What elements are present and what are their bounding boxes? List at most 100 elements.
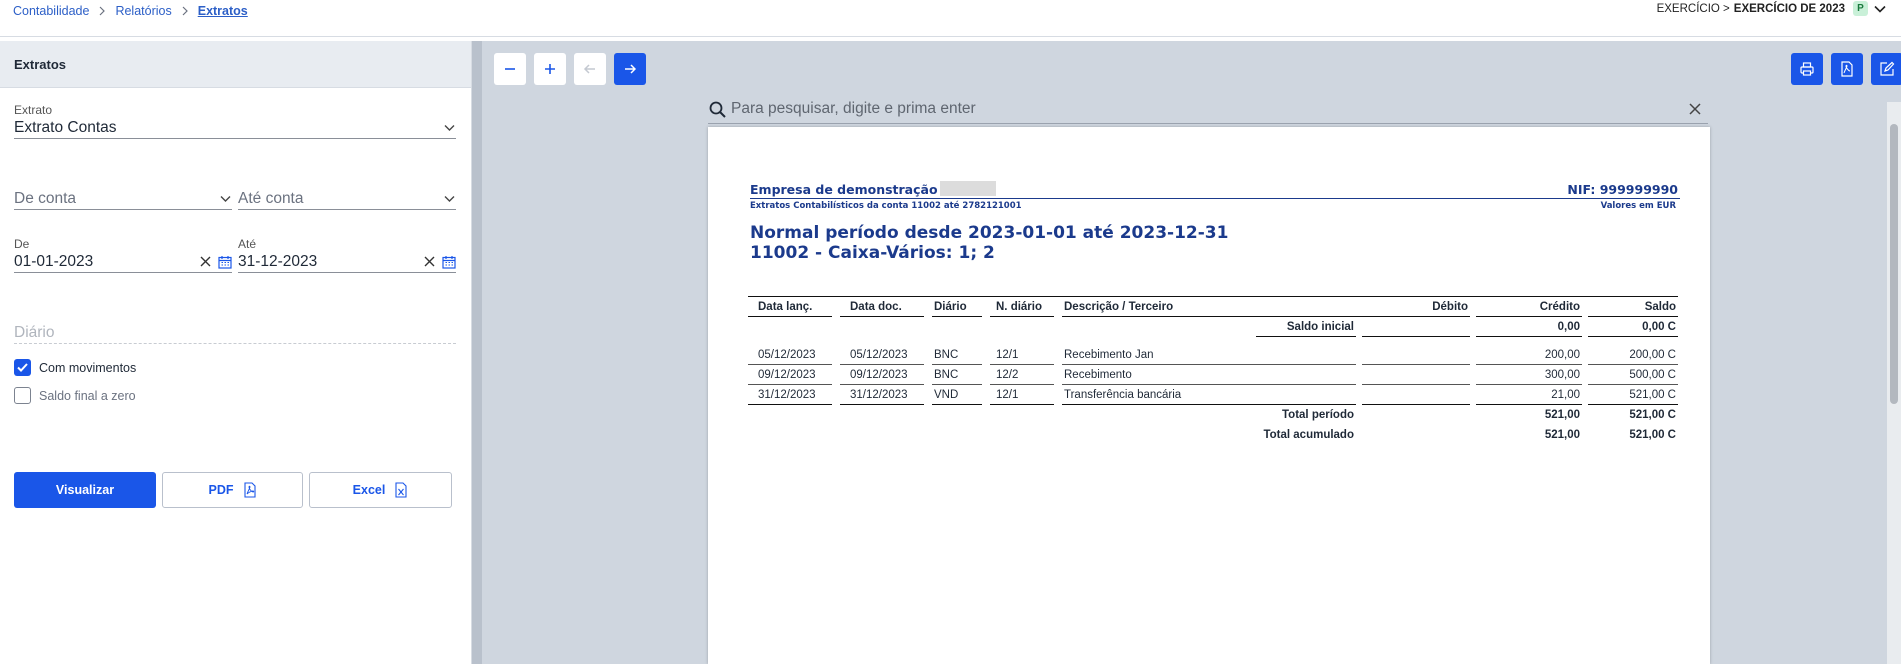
total-periodo-row: Total período 521,00 521,00 C (748, 405, 1678, 425)
breadcrumb-relatorios[interactable]: Relatórios (115, 4, 171, 18)
cell-saldo: 200,00 C (1588, 345, 1678, 365)
next-page-button[interactable] (614, 53, 646, 85)
export-pdf-button[interactable] (1831, 53, 1863, 85)
printer-icon (1800, 62, 1814, 76)
saldo-inicial-credito: 0,00 (1476, 317, 1582, 337)
report-period-title: Normal período desde 2023-01-01 até 2023… (750, 223, 1229, 243)
pdf-button[interactable]: PDF (162, 472, 303, 508)
diario-input[interactable]: Diário (14, 322, 456, 344)
company-name: Empresa de demonstração (750, 182, 938, 197)
pdf-file-icon (1841, 61, 1853, 77)
cell-n-diario: 12/1 (990, 345, 1054, 365)
report-table: Data lanç. Data doc. Diário N. diário De… (748, 296, 1678, 445)
cell-credito: 300,00 (1476, 365, 1582, 385)
breadcrumb-contabilidade[interactable]: Contabilidade (13, 4, 89, 18)
cell-data-doc: 05/12/2023 (840, 345, 924, 365)
saldo-inicial-saldo: 0,00 C (1588, 317, 1678, 337)
visualizar-button[interactable]: Visualizar (14, 472, 156, 508)
extrato-label: Extrato (14, 103, 53, 117)
ate-conta-select[interactable]: Até conta (238, 188, 456, 210)
cell-debito (1362, 365, 1470, 385)
viewer-scrollbar[interactable] (1887, 102, 1901, 664)
excel-button[interactable]: Excel (309, 472, 452, 508)
saldo-inicial-label: Saldo inicial (1256, 317, 1356, 337)
clear-icon[interactable] (424, 256, 435, 267)
arrow-left-icon (583, 64, 595, 74)
excel-label: Excel (352, 483, 386, 497)
edit-icon (1880, 61, 1895, 76)
exercise-selector[interactable]: EXERCÍCIO > EXERCÍCIO DE 2023 P (1657, 1, 1887, 16)
report-currency: Valores em EUR (1600, 201, 1676, 211)
col-n-diario: N. diário (990, 297, 1054, 317)
cell-diario: BNC (932, 365, 982, 385)
breadcrumb-extratos[interactable]: Extratos (198, 4, 248, 18)
table-row: 31/12/2023 31/12/2023 VND 12/1 Transferê… (748, 385, 1678, 405)
cell-descricao: Recebimento (1062, 365, 1356, 385)
calendar-icon[interactable] (442, 255, 456, 269)
redacted-field (939, 181, 996, 196)
cell-descricao: Transferência bancária (1062, 385, 1356, 405)
chevron-down-icon (444, 196, 455, 202)
checkbox-unchecked-icon (14, 387, 31, 404)
company-nif: NIF: 999999990 (1567, 182, 1678, 197)
panel-title: Extratos (0, 41, 471, 88)
col-saldo: Saldo (1588, 297, 1678, 317)
top-bar: Contabilidade Relatórios Extratos EXERCÍ… (0, 0, 1901, 37)
exercise-prefix: EXERCÍCIO > (1656, 2, 1730, 15)
col-debito: Débito (1362, 297, 1470, 317)
plus-icon (545, 64, 555, 74)
zoom-out-button[interactable] (494, 53, 526, 85)
col-diario: Diário (932, 297, 982, 317)
previous-page-button[interactable] (574, 53, 606, 85)
cell-debito (1362, 385, 1470, 405)
zoom-in-button[interactable] (534, 53, 566, 85)
total-periodo-saldo: 521,00 C (1629, 409, 1676, 421)
clear-icon[interactable] (200, 256, 211, 267)
de-conta-select[interactable]: De conta (14, 188, 232, 210)
col-credito: Crédito (1476, 297, 1582, 317)
status-badge: P (1853, 1, 1868, 16)
edit-button[interactable] (1871, 53, 1901, 85)
close-icon[interactable] (1688, 102, 1702, 116)
print-button[interactable] (1791, 53, 1823, 85)
extrato-value: Extrato Contas (14, 118, 117, 136)
cell-data-lanc: 09/12/2023 (748, 365, 832, 385)
cell-debito (1362, 345, 1470, 365)
ate-date-field[interactable]: Até 31-12-2023 (238, 237, 456, 273)
chevron-down-icon[interactable] (1873, 2, 1887, 16)
report-search (708, 95, 1708, 124)
com-movimentos-checkbox[interactable]: Com movimentos (14, 359, 136, 376)
cell-n-diario: 12/1 (990, 385, 1054, 405)
minus-icon (505, 68, 515, 70)
cell-descricao: Recebimento Jan (1062, 345, 1356, 365)
cell-data-lanc: 05/12/2023 (748, 345, 832, 365)
saldo-final-zero-checkbox[interactable]: Saldo final a zero (14, 387, 136, 404)
table-row: 05/12/2023 05/12/2023 BNC 12/1 Recebimen… (748, 345, 1678, 365)
diario-placeholder: Diário (14, 323, 55, 341)
visualizar-label: Visualizar (55, 483, 115, 497)
de-date-field[interactable]: De 01-01-2023 (14, 237, 232, 273)
search-icon (709, 101, 726, 118)
checkbox-checked-icon (14, 359, 31, 376)
scrollbar-thumb[interactable] (1890, 124, 1898, 404)
filter-panel: Extratos Extrato Extrato Contas De conta… (0, 41, 472, 664)
de-label: De (14, 237, 30, 251)
cell-data-doc: 31/12/2023 (840, 385, 924, 405)
search-input[interactable] (731, 95, 1688, 123)
col-data-lanc: Data lanç. (748, 297, 832, 317)
cell-credito: 21,00 (1476, 385, 1582, 405)
col-data-doc: Data doc. (840, 297, 924, 317)
report-header: Empresa de demonstração NIF: 999999990 E… (750, 181, 1680, 263)
ate-label: Até (238, 237, 257, 251)
calendar-icon[interactable] (218, 255, 232, 269)
total-acumulado-credito: 521,00 (1544, 429, 1580, 441)
saldo-inicial-row: Saldo inicial 0,00 0,00 C (748, 317, 1678, 337)
extrato-select[interactable]: Extrato Extrato Contas (14, 103, 456, 139)
excel-file-icon (395, 482, 407, 498)
cell-credito: 200,00 (1476, 345, 1582, 365)
chevron-down-icon (220, 196, 231, 202)
de-value: 01-01-2023 (14, 252, 94, 270)
cell-diario: VND (932, 385, 982, 405)
de-conta-placeholder: De conta (14, 189, 77, 207)
report-viewer: Empresa de demonstração NIF: 999999990 E… (472, 41, 1901, 664)
